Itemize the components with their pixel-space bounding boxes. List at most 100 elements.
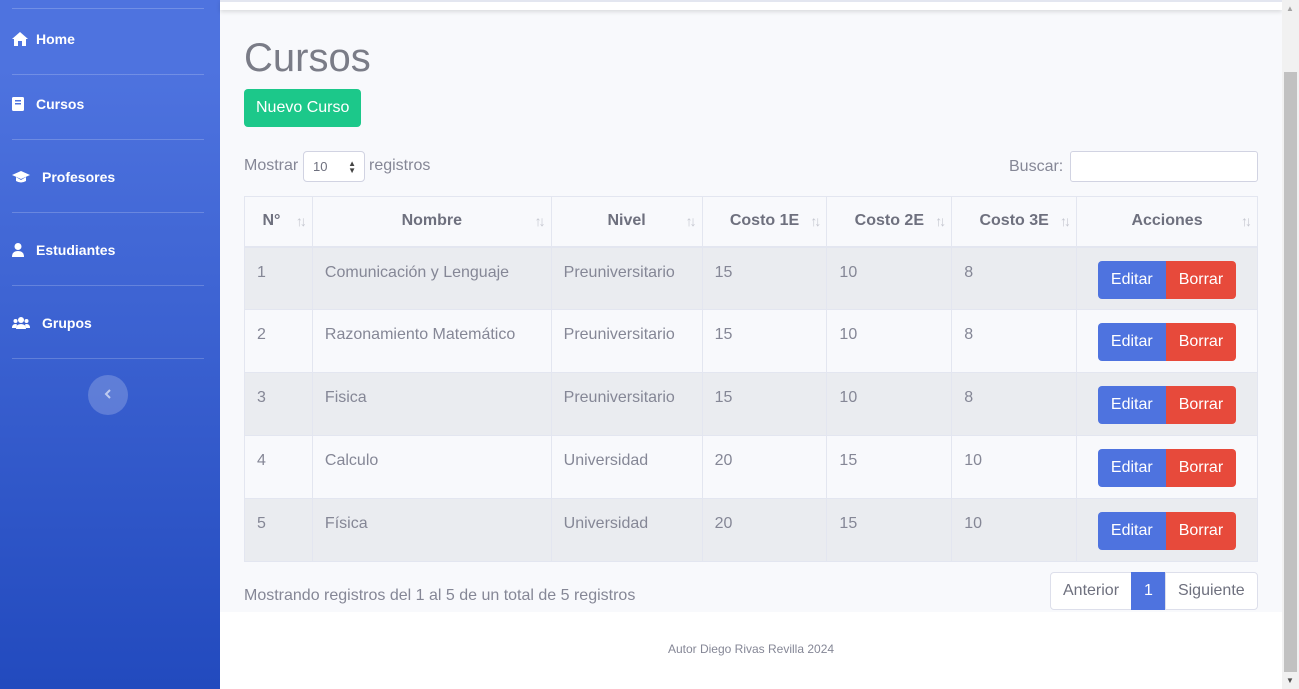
sidebar-divider (12, 358, 204, 359)
column-header-number[interactable]: N° ↑↓ (244, 196, 313, 248)
chevron-left-icon (104, 386, 112, 404)
delete-button[interactable]: Borrar (1165, 386, 1237, 424)
cell-cost3: 8 (951, 309, 1078, 373)
sidebar-item-cursos[interactable]: Cursos (12, 67, 204, 140)
cell-number: 2 (244, 309, 313, 373)
sort-icon: ↑↓ (810, 213, 821, 229)
cell-name: Razonamiento Matemático (311, 309, 552, 373)
delete-button[interactable]: Borrar (1165, 260, 1237, 299)
table-header-row: N° ↑↓ Nombre ↑↓ Nivel ↑↓ Costo 1E ↑↓ Costo 2… (244, 196, 1258, 248)
edit-button[interactable]: Editar (1097, 512, 1166, 550)
cell-cost2: 15 (826, 435, 953, 499)
column-header-cost3[interactable]: Costo 3E ↑↓ (951, 196, 1078, 248)
cell-actions: Editar Borrar (1076, 498, 1258, 562)
pagination-next[interactable]: Siguiente (1164, 572, 1258, 610)
header-label: Acciones (1131, 212, 1203, 230)
scroll-up-icon[interactable]: ▲ (1286, 4, 1294, 13)
footer-copyright: Autor Diego Rivas Revilla 2024 (667, 642, 835, 656)
cell-cost3: 10 (951, 498, 1078, 562)
cell-cost1: 15 (701, 309, 828, 373)
cell-level: Preuniversitario (550, 309, 703, 373)
scroll-down-icon[interactable]: ▼ (1286, 676, 1294, 685)
select-arrows-icon: ▲ ▼ (348, 159, 356, 175)
cell-cost1: 20 (701, 435, 828, 499)
table-row: 1 Comunicación y Lenguaje Preuniversitar… (244, 246, 1258, 310)
sidebar: Home Cursos Profesores Estudiantes Grupo… (0, 0, 220, 689)
sidebar-item-label: Grupos (42, 314, 92, 331)
pagination-page-1[interactable]: 1 (1131, 572, 1166, 610)
table-row: 5 Física Universidad 20 15 10 Editar Borr… (244, 498, 1258, 562)
column-header-level[interactable]: Nivel ↑↓ (550, 196, 703, 248)
sidebar-item-label: Estudiantes (36, 241, 116, 258)
cell-cost3: 8 (951, 372, 1078, 436)
edit-button[interactable]: Editar (1097, 386, 1166, 424)
column-header-cost2[interactable]: Costo 2E ↑↓ (826, 196, 953, 248)
book-icon (12, 96, 32, 112)
cell-cost2: 10 (826, 372, 953, 436)
edit-button[interactable]: Editar (1097, 260, 1166, 299)
sort-icon: ↑↓ (534, 213, 546, 229)
sidebar-item-label: Home (36, 30, 75, 47)
home-icon (12, 31, 32, 47)
sort-icon: ↑↓ (1060, 213, 1071, 229)
header-label: Nombre (401, 212, 463, 230)
sort-icon: ↑↓ (935, 213, 946, 229)
sidebar-item-grupos[interactable]: Grupos (12, 286, 204, 359)
header-label: N° (262, 212, 281, 230)
cell-name: Física (311, 498, 552, 562)
column-header-cost1[interactable]: Costo 1E ↑↓ (701, 196, 828, 248)
cell-number: 1 (244, 246, 313, 310)
sidebar-item-profesores[interactable]: Profesores (12, 140, 204, 213)
sort-icon: ↑↓ (295, 213, 307, 229)
delete-button[interactable]: Borrar (1165, 512, 1237, 550)
table-row: 2 Razonamiento Matemático Preuniversitar… (244, 309, 1258, 373)
cell-level: Universidad (550, 435, 703, 499)
column-header-actions[interactable]: Acciones ↑↓ (1076, 196, 1258, 248)
cell-actions: Editar Borrar (1076, 246, 1258, 310)
scrollbar-thumb[interactable] (1284, 72, 1297, 672)
sidebar-item-home[interactable]: Home (12, 2, 204, 75)
cell-actions: Editar Borrar (1076, 435, 1258, 499)
sidebar-item-label: Cursos (36, 95, 85, 112)
column-header-name[interactable]: Nombre ↑↓ (311, 196, 552, 248)
sidebar-toggle-button[interactable] (88, 375, 128, 415)
cell-cost3: 8 (951, 246, 1078, 310)
cell-name: Fisica (311, 372, 552, 436)
delete-button[interactable]: Borrar (1165, 449, 1237, 487)
records-label: registros (369, 157, 431, 174)
search-input[interactable] (1070, 151, 1258, 182)
page-length-select[interactable]: 10 ▲ ▼ (303, 151, 365, 182)
page-length-value: 10 (313, 159, 328, 174)
table-row: 4 Calculo Universidad 20 15 10 Editar Bor… (244, 435, 1258, 499)
page-scrollbar[interactable]: ▲ ▼ (1282, 0, 1299, 689)
main-content: Cursos Nuevo Curso Mostrar 10 ▲ ▼ registr… (220, 0, 1282, 612)
header-label: Costo 1E (729, 212, 800, 230)
topbar-border (220, 0, 1282, 2)
graduation-cap-icon (12, 169, 38, 185)
header-label: Costo 2E (854, 212, 924, 230)
cell-level: Preuniversitario (550, 246, 703, 310)
sort-icon: ↑↓ (685, 213, 697, 229)
edit-button[interactable]: Editar (1097, 449, 1166, 487)
pagination-previous[interactable]: Anterior (1050, 572, 1133, 610)
sidebar-item-estudiantes[interactable]: Estudiantes (12, 213, 204, 286)
edit-button[interactable]: Editar (1097, 323, 1166, 361)
cell-cost3: 10 (951, 435, 1078, 499)
page-title: Cursos (244, 36, 371, 80)
sort-icon: ↑↓ (1241, 213, 1252, 229)
new-course-button[interactable]: Nuevo Curso (244, 89, 362, 127)
cell-cost2: 15 (826, 498, 953, 562)
table-row: 3 Fisica Preuniversitario 15 10 8 Editar… (244, 372, 1258, 436)
show-label: Mostrar (244, 157, 299, 174)
cell-actions: Editar Borrar (1076, 372, 1258, 436)
user-icon (12, 242, 32, 258)
sidebar-item-label: Profesores (42, 168, 116, 185)
cell-cost1: 15 (701, 246, 828, 310)
cell-name: Comunicación y Lenguaje (311, 246, 552, 310)
users-icon (12, 315, 38, 331)
cell-level: Preuniversitario (550, 372, 703, 436)
header-label: Nivel (607, 212, 646, 230)
delete-button[interactable]: Borrar (1165, 323, 1237, 361)
courses-table: N° ↑↓ Nombre ↑↓ Nivel ↑↓ Costo 1E ↑↓ Costo 2… (244, 196, 1258, 562)
footer: Autor Diego Rivas Revilla 2024 (220, 612, 1282, 689)
